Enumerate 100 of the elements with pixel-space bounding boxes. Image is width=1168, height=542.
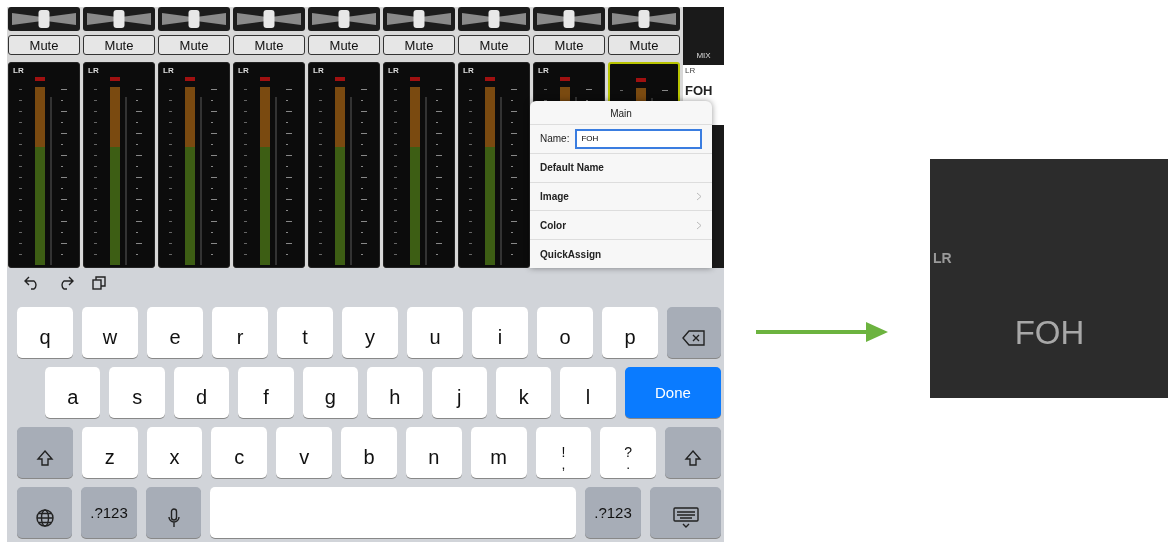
channel-meter[interactable]: LR: [158, 62, 230, 268]
pan-slider[interactable]: [158, 7, 230, 31]
mix-name: FOH: [685, 83, 714, 98]
keyboard-key[interactable]: h: [367, 367, 423, 418]
mix-heading: MIX: [696, 51, 711, 60]
pan-thumb[interactable]: [338, 10, 350, 28]
globe-icon: [35, 508, 54, 527]
meter-label: LR: [463, 66, 474, 75]
done-key[interactable]: Done: [624, 367, 722, 418]
pan-wedge-icon: [612, 11, 676, 27]
keyboard-key[interactable]: a: [45, 367, 101, 418]
keyboard-key[interactable]: q: [17, 307, 73, 358]
pan-thumb[interactable]: [188, 10, 200, 28]
menu-item[interactable]: Default Name: [530, 152, 712, 182]
channel-meter[interactable]: LR: [383, 62, 455, 268]
pan-thumb[interactable]: [263, 10, 275, 28]
keyboard-key[interactable]: u: [407, 307, 463, 358]
pan-slider[interactable]: [308, 7, 380, 31]
keyboard-key[interactable]: [650, 487, 721, 538]
keyboard-key[interactable]: [17, 427, 73, 478]
pan-slider[interactable]: [383, 7, 455, 31]
meter-label: LR: [13, 66, 24, 75]
shift-icon: [684, 448, 703, 467]
keyboard-key[interactable]: s: [109, 367, 165, 418]
keyboard-key[interactable]: g: [302, 367, 359, 418]
mute-button[interactable]: Mute: [158, 35, 230, 55]
undo-icon[interactable]: [24, 276, 40, 290]
pan-thumb[interactable]: [488, 10, 500, 28]
keyboard-key[interactable]: ? .: [600, 427, 657, 478]
pan-slider[interactable]: [233, 7, 305, 31]
mute-button[interactable]: Mute: [8, 35, 80, 55]
keyboard-key[interactable]: x: [146, 427, 203, 478]
keyboard-key[interactable]: y: [342, 307, 398, 358]
keyboard-key[interactable]: l: [560, 367, 616, 418]
keyboard-key[interactable]: .?123: [585, 487, 641, 538]
meter-label: LR: [313, 66, 324, 75]
mute-button[interactable]: Mute: [383, 35, 455, 55]
mute-button[interactable]: Mute: [308, 35, 380, 55]
keyboard-key[interactable]: j: [431, 367, 487, 418]
backspace-icon: [682, 329, 706, 346]
channel-name: FOH: [1013, 314, 1086, 352]
keyboard-key[interactable]: v: [276, 427, 333, 478]
keyboard-key[interactable]: [17, 487, 72, 538]
chevron-icon: [696, 192, 702, 201]
name-field[interactable]: FOH: [575, 128, 702, 149]
pan-slider[interactable]: [8, 7, 80, 31]
channel-meter[interactable]: LR: [233, 62, 305, 268]
mute-button[interactable]: Mute: [233, 35, 305, 55]
mute-button[interactable]: Mute: [83, 35, 155, 55]
redo-icon[interactable]: [58, 276, 74, 290]
keyboard-key[interactable]: t: [277, 307, 333, 358]
paste-icon[interactable]: [92, 276, 106, 290]
pan-thumb[interactable]: [113, 10, 125, 28]
popover-title: Main: [609, 107, 633, 121]
keyboard-key[interactable]: i: [472, 307, 528, 358]
pan-thumb[interactable]: [563, 10, 575, 28]
key-label: .: [626, 457, 631, 470]
keyboard-key[interactable]: k: [495, 367, 552, 418]
mute-button[interactable]: Mute: [608, 35, 680, 55]
channel-meter[interactable]: LR: [458, 62, 530, 268]
keyboard-key[interactable]: f: [238, 367, 294, 418]
mute-button[interactable]: Mute: [458, 35, 530, 55]
keyboard-key[interactable]: n: [405, 427, 462, 478]
keyboard-key[interactable]: m: [470, 427, 527, 478]
meter-label: LR: [538, 66, 549, 75]
keyboard-key[interactable]: .?123: [81, 487, 137, 538]
meter-label: LR: [163, 66, 174, 75]
keyboard-key[interactable]: c: [211, 427, 268, 478]
chevron-icon: [696, 220, 702, 230]
keyboard-key[interactable]: ! ,: [535, 427, 592, 478]
menu-item[interactable]: QuickAssign: [530, 239, 712, 268]
menu-item[interactable]: Color: [530, 210, 712, 240]
pan-slider[interactable]: [608, 7, 680, 31]
pan-wedge-icon: [12, 11, 76, 27]
keyboard-key[interactable]: d: [173, 367, 230, 418]
bus-label: LR: [933, 250, 953, 266]
pan-thumb[interactable]: [638, 10, 650, 28]
channel-meter[interactable]: LR: [83, 62, 155, 268]
keyboard-key[interactable]: e: [147, 307, 203, 358]
pan-thumb[interactable]: [413, 10, 425, 28]
menu-item[interactable]: Image: [530, 181, 712, 211]
pan-wedge-icon: [387, 11, 451, 27]
keyboard-key[interactable]: z: [81, 427, 138, 478]
keyboard-key[interactable]: w: [82, 307, 138, 358]
keyboard-key[interactable]: o: [537, 307, 593, 358]
keyboard-key[interactable]: [146, 487, 201, 538]
pan-slider[interactable]: [83, 7, 155, 31]
pan-slider[interactable]: [533, 7, 605, 31]
channel-meter[interactable]: LR: [8, 62, 80, 268]
keyboard-key[interactable]: b: [341, 427, 397, 478]
keyboard-key[interactable]: p: [602, 307, 658, 358]
keyboard-key[interactable]: [667, 307, 722, 358]
keyboard-key[interactable]: r: [212, 307, 268, 358]
pan-wedge-icon: [537, 11, 601, 27]
shift-icon: [35, 448, 54, 467]
pan-thumb[interactable]: [38, 10, 50, 28]
pan-slider[interactable]: [458, 7, 530, 31]
mute-button[interactable]: Mute: [533, 35, 605, 55]
keyboard-key[interactable]: [665, 427, 721, 478]
channel-meter[interactable]: LR: [308, 62, 380, 268]
